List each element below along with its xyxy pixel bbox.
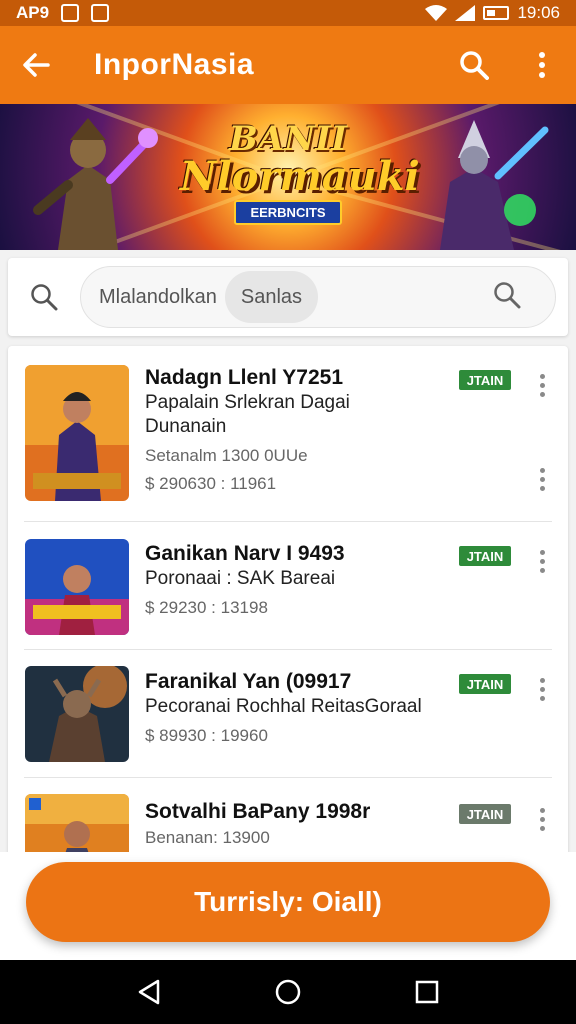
square-recents-icon: [415, 980, 438, 1004]
search-icon: [31, 284, 58, 311]
list-item[interactable]: Ganikan Narv I 9493 Poronaai : SAK Barea…: [8, 522, 568, 650]
game-thumbnail: [25, 539, 129, 635]
item-title: Ganikan Narv I 9493: [145, 542, 345, 565]
notification-icon: [61, 4, 80, 22]
wifi-icon: [425, 5, 448, 21]
game-thumbnail: [25, 666, 129, 762]
item-subtitle: Benanan: 13900: [145, 828, 270, 847]
nav-recents-button[interactable]: [397, 964, 457, 1020]
app-bar: InporNasia: [0, 26, 576, 104]
search-icon: [460, 51, 489, 80]
item-title: Sotvalhi BaPany 1998r: [145, 800, 371, 823]
app-notification-icon: [91, 4, 110, 22]
primary-action-button[interactable]: Turrisly: Oiall): [26, 862, 550, 942]
item-meta: Setanalm 1300 0UUe: [145, 446, 308, 465]
warrior-left-illustration: [33, 118, 158, 250]
triangle-back-icon: [139, 979, 160, 1005]
game-thumbnail: [25, 365, 129, 501]
banner-logo-line1: BANII: [228, 119, 347, 159]
overflow-menu-button[interactable]: [508, 35, 576, 95]
clock: 19:06: [517, 3, 560, 22]
item-menu-button[interactable]: [530, 544, 554, 578]
item-subtitle: Pecoranai Rochhal ReitasGoraal: [145, 696, 422, 717]
banner-logo-subtitle: EERBNCITS: [234, 200, 342, 225]
item-subtitle: Papalain Srlekran Dagai: [145, 392, 350, 413]
warrior-right-illustration: [440, 120, 549, 250]
more-vert-icon: [539, 52, 545, 78]
status-badge: JTAIN: [459, 546, 511, 566]
list-item[interactable]: Nadagn Llenl Y7251 Papalain Srlekran Dag…: [8, 346, 568, 522]
battery-icon: [483, 6, 510, 20]
filter-chip[interactable]: Sanlas: [224, 271, 319, 323]
signal-icon: [455, 5, 476, 21]
nav-back-button[interactable]: [119, 964, 179, 1020]
item-subtitle-2: Dunanain: [145, 416, 227, 437]
list-item[interactable]: Faranikal Yan (09917 Pecoranai Rochhal R…: [8, 650, 568, 778]
game-list: Nadagn Llenl Y7251 Papalain Srlekran Dag…: [8, 346, 568, 866]
carrier-label: AP9: [16, 3, 50, 22]
banner-logo-line2: Nlormauki: [180, 153, 420, 200]
page-title: InporNasia: [94, 48, 255, 81]
search-card: Mlalandolkan Sanlas: [8, 258, 568, 336]
item-title: Nadagn Llenl Y7251: [145, 366, 344, 389]
item-subtitle: Poronaai : SAK Bareai: [145, 568, 336, 589]
status-badge: JTAIN: [459, 370, 511, 390]
arrow-left-icon: [23, 53, 50, 77]
search-placeholder: Mlalandolkan: [99, 285, 217, 308]
item-menu-button[interactable]: [530, 368, 554, 402]
item-secondary-menu-button[interactable]: [530, 462, 554, 496]
item-menu-button[interactable]: [530, 672, 554, 706]
item-price: $ 290630 : 11961: [145, 474, 277, 493]
search-card-search-button[interactable]: [8, 283, 80, 311]
status-badge: JTAIN: [459, 804, 511, 824]
back-button[interactable]: [0, 52, 72, 78]
nav-home-button[interactable]: [258, 964, 318, 1020]
status-bar: AP9 19:06: [0, 0, 576, 26]
search-button[interactable]: [440, 35, 508, 95]
banner-logo: BANII Nlormauki EERBNCITS: [180, 119, 420, 234]
status-badge: JTAIN: [459, 674, 511, 694]
system-nav-bar: [0, 960, 576, 1024]
search-icon: [494, 281, 521, 308]
circle-home-icon: [275, 979, 301, 1005]
item-title: Faranikal Yan (09917: [145, 670, 352, 693]
search-submit-button[interactable]: [493, 281, 521, 314]
promo-banner[interactable]: BANII Nlormauki EERBNCITS: [0, 104, 576, 250]
item-price: $ 29230 : 13198: [145, 598, 268, 617]
item-price: $ 89930 : 19960: [145, 726, 268, 745]
search-input[interactable]: Mlalandolkan Sanlas: [80, 266, 556, 328]
item-menu-button[interactable]: [530, 802, 554, 836]
